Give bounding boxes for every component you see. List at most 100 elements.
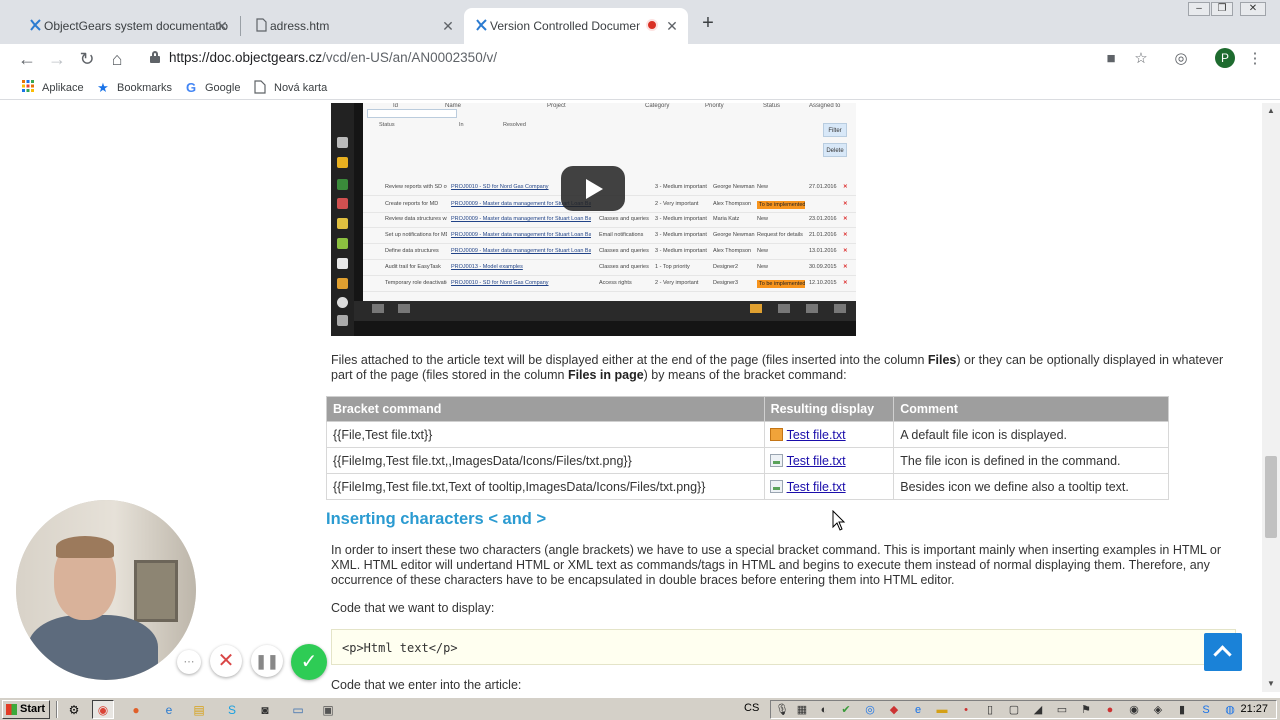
test-file-link[interactable]: Test file.txt: [787, 454, 846, 468]
tab-separator: [240, 16, 241, 36]
default-file-icon: [769, 427, 783, 441]
bookmark-bookmarks[interactable]: ★ Bookmarks: [95, 80, 172, 96]
taskbar-notepad-icon[interactable]: ▭: [287, 700, 309, 719]
flag-icon[interactable]: ⚑: [1079, 703, 1093, 717]
dropbox-icon[interactable]: ◈: [1151, 703, 1165, 717]
reload-button[interactable]: ↻: [76, 48, 98, 70]
classes-icon: [778, 304, 790, 313]
bookmark-google[interactable]: G Google: [183, 80, 241, 96]
close-icon[interactable]: ✕: [440, 18, 456, 34]
usb-icon[interactable]: ▯: [983, 703, 997, 717]
tab-version-controlled-docs[interactable]: Version Controlled Documentat ✕: [464, 8, 688, 44]
cancel-recording-button[interactable]: ✕: [210, 645, 242, 677]
bookmark-star-icon[interactable]: ☆: [1131, 49, 1151, 69]
bookmark-nova-karta[interactable]: Nová karta: [252, 80, 327, 96]
forward-button[interactable]: →: [46, 48, 68, 70]
test-file-link[interactable]: Test file.txt: [787, 428, 846, 442]
skype-tray-icon[interactable]: S: [1199, 703, 1213, 717]
taskbar-chrome-icon[interactable]: ◉: [92, 700, 114, 719]
chat-icon[interactable]: ▢: [1007, 703, 1021, 717]
objectgears-icon: [28, 18, 42, 32]
signal-icon[interactable]: ◢: [1031, 703, 1045, 717]
video-app-bottombar: [354, 301, 856, 321]
home-button[interactable]: ⌂: [106, 48, 128, 70]
pause-recording-button[interactable]: ❚❚: [251, 645, 283, 677]
video-table-row: Set up notifications for MD tables PROJ0…: [363, 229, 856, 244]
columns-icon: [834, 304, 846, 313]
scrollbar-thumb[interactable]: [1265, 456, 1277, 538]
update-icon[interactable]: ◆: [887, 703, 901, 717]
edge-icon[interactable]: e: [911, 703, 925, 717]
globe-icon[interactable]: ◍: [1223, 703, 1237, 717]
maximize-button[interactable]: ❐: [1211, 2, 1233, 16]
taskbar-keepass-icon[interactable]: ◙: [254, 700, 276, 719]
browser-toolbar: ← → ↻ ⌂ https://doc.objectgears.cz/vcd/e…: [0, 44, 1280, 74]
tab-title: Version Controlled Documentat: [490, 19, 640, 33]
book-icon: [337, 258, 348, 269]
scroll-to-top-button[interactable]: [1204, 633, 1242, 671]
language-indicator[interactable]: CS: [744, 702, 759, 714]
close-icon[interactable]: ✕: [664, 18, 680, 34]
url-text[interactable]: https://doc.objectgears.cz/vcd/en-US/an/…: [169, 50, 497, 65]
menu-icon[interactable]: ⋮: [1245, 49, 1265, 69]
tab-objectgears-docs[interactable]: ObjectGears system documentation ✕: [18, 8, 238, 44]
page-scrollbar[interactable]: ▲ ▼: [1262, 103, 1280, 692]
finish-recording-button[interactable]: ✓: [291, 644, 327, 680]
note-icon: [337, 157, 348, 168]
volume-icon[interactable]: ◐: [817, 703, 831, 717]
taskbar-ie-icon[interactable]: e: [158, 700, 180, 719]
scroll-up-icon[interactable]: ▲: [1266, 106, 1276, 116]
display-icon[interactable]: ▭: [1055, 703, 1069, 717]
taskbar-folder-icon[interactable]: ▤: [188, 700, 210, 719]
alert-icon[interactable]: •: [959, 703, 973, 717]
webcam-icon[interactable]: ◉: [1127, 703, 1141, 717]
extension-icon[interactable]: ◎: [1171, 49, 1191, 69]
star-icon: ★: [97, 80, 109, 95]
network-icon[interactable]: ▦: [795, 703, 809, 717]
section-heading: Inserting characters < and >: [326, 510, 547, 528]
user-icon: [337, 278, 348, 289]
bookmarks-bar: Aplikace ★ Bookmarks G Google Nová karta: [0, 76, 1280, 100]
bracket-command-cell: {{FileImg,Test file.txt,,ImagesData/Icon…: [326, 447, 765, 474]
address-bar[interactable]: https://doc.objectgears.cz/vcd/en-US/an/…: [136, 45, 1091, 71]
scroll-down-icon[interactable]: ▼: [1266, 679, 1276, 689]
power-icon[interactable]: ▮: [1175, 703, 1189, 717]
minimize-button[interactable]: –: [1188, 2, 1210, 16]
camera-icon[interactable]: ■: [1101, 49, 1121, 69]
video-filter-status: Status: [379, 122, 395, 128]
clock[interactable]: 21:27: [1240, 703, 1268, 715]
taskbar-tools-icon[interactable]: ⚙: [63, 700, 85, 719]
close-icon[interactable]: ✕: [214, 18, 230, 34]
code-sample-text: <p>Html text</p>: [342, 641, 458, 655]
tab-adress-htm[interactable]: adress.htm ✕: [244, 8, 464, 44]
recording-icon[interactable]: ●: [1103, 703, 1117, 717]
table-header-row: Bracket command Resulting display Commen…: [326, 396, 1169, 422]
taskbar-separator: [56, 701, 58, 718]
bookmark-aplikace[interactable]: Aplikace: [20, 80, 84, 96]
embedded-video[interactable]: Id Name Project Category Priority Status…: [331, 103, 856, 336]
taskbar-app-icon[interactable]: ▣: [317, 700, 339, 719]
sync-icon[interactable]: ◎: [863, 703, 877, 717]
taskbar-skype-icon[interactable]: S: [221, 700, 243, 719]
more-options-button[interactable]: ⋯: [177, 650, 201, 674]
presenter-body: [28, 615, 158, 680]
video-filter-input: [367, 109, 457, 118]
microphone-icon[interactable]: 🎙: [775, 703, 789, 717]
folder-icon[interactable]: ▬: [935, 703, 949, 717]
taskbar-firefox-icon[interactable]: ●: [125, 700, 147, 719]
windows-logo-icon: [6, 704, 17, 715]
edit-icon: [398, 304, 410, 313]
security-icon[interactable]: ✔: [839, 703, 853, 717]
video-play-button[interactable]: [561, 166, 625, 211]
browser-tab-strip: ObjectGears system documentation ✕ adres…: [0, 0, 1280, 44]
profile-avatar[interactable]: P: [1215, 48, 1235, 68]
close-window-button[interactable]: ✕: [1240, 2, 1266, 16]
new-tab-button[interactable]: +: [698, 13, 718, 34]
star-icon: [337, 297, 348, 308]
video-filter-button: Filter: [823, 123, 847, 137]
test-file-link[interactable]: Test file.txt: [787, 480, 846, 494]
comment-cell: The file icon is defined in the command.: [893, 447, 1169, 474]
start-button[interactable]: Start: [2, 700, 50, 719]
back-button[interactable]: ←: [16, 48, 38, 70]
play-icon: [586, 179, 603, 199]
